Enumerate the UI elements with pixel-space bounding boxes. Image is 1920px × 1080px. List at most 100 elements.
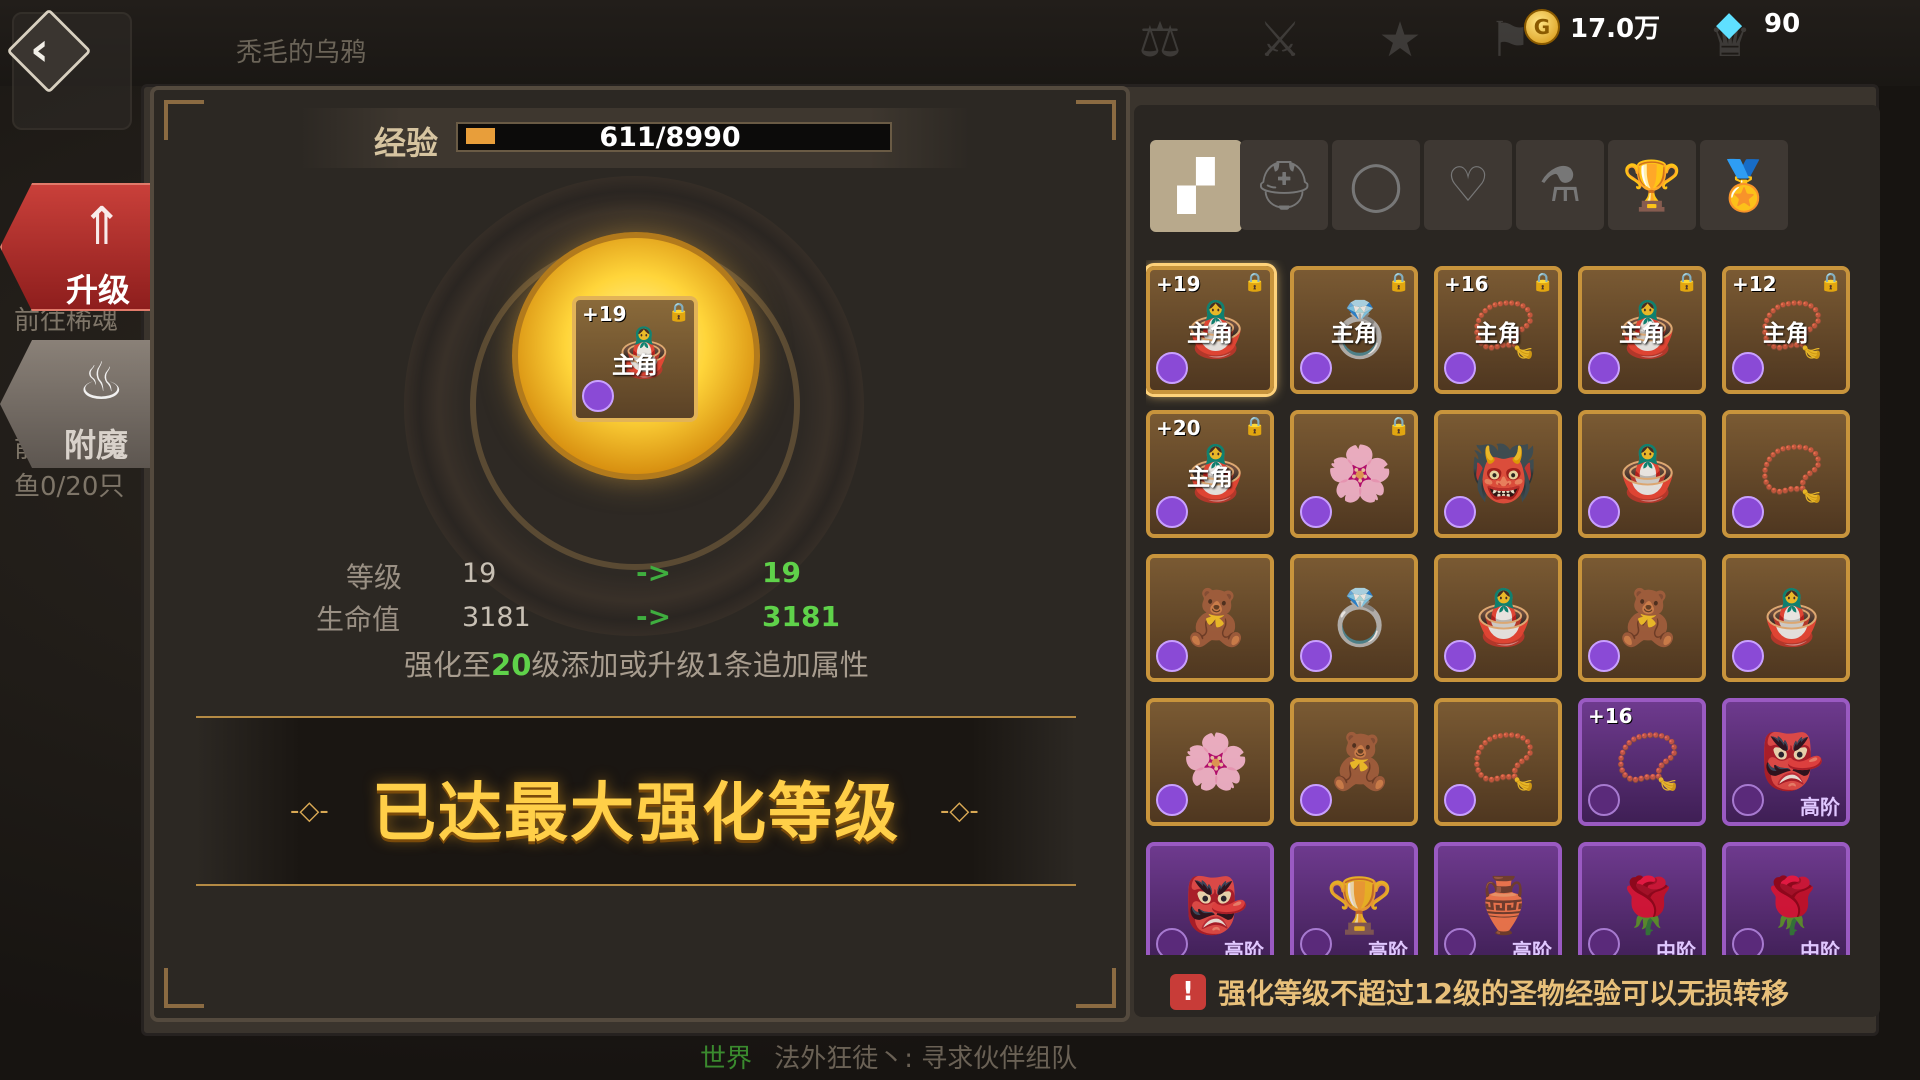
stat-hp-arrow: -> bbox=[636, 600, 672, 633]
artifact-item[interactable]: 💍 bbox=[1290, 554, 1418, 682]
lock-icon: 🔒 bbox=[1243, 416, 1266, 437]
artifact-item[interactable]: 🌸 🔒 bbox=[1290, 410, 1418, 538]
warning-icon: ! bbox=[1170, 974, 1206, 1010]
exp-progress-fill bbox=[466, 128, 495, 144]
artifact-owner: 主角 bbox=[1187, 465, 1233, 491]
purple-gem-icon bbox=[1732, 496, 1764, 528]
artifact-art-icon: 📿 bbox=[1470, 730, 1538, 793]
artifact-item[interactable]: 🧸 bbox=[1146, 554, 1274, 682]
feather-icon bbox=[1588, 928, 1620, 955]
purple-gem-icon bbox=[1732, 640, 1764, 672]
selected-artifact-card[interactable]: +19 🔒 🪆 主角 bbox=[572, 296, 698, 422]
crossed-swords-icon: ⚔ bbox=[1258, 12, 1302, 68]
feather-icon bbox=[1732, 784, 1764, 816]
artifact-item[interactable]: 🌸 bbox=[1146, 698, 1274, 826]
player-name: 秃毛的乌鸦 bbox=[236, 38, 367, 68]
stat-hp-next: 3181 bbox=[762, 600, 840, 633]
artifact-item[interactable]: 🌹 中阶 bbox=[1578, 842, 1706, 955]
artifact-art-icon: 🪆 bbox=[1470, 586, 1538, 649]
artifact-plus-level: +20 bbox=[1156, 416, 1201, 440]
purple-gem-icon bbox=[582, 380, 614, 412]
artifact-art-icon: 🧸 bbox=[1182, 586, 1250, 649]
top-bar: ‹ 秃毛的乌鸦 ⚖ ⚔ ★ ⚑ ♛ G 17.0万 ◆ 90 bbox=[0, 0, 1920, 130]
artifact-art-icon: 🌸 bbox=[1182, 730, 1250, 793]
artifact-tier: 高阶 bbox=[1512, 939, 1552, 955]
artifact-item[interactable]: 🪆 bbox=[1722, 554, 1850, 682]
frame-corner bbox=[164, 968, 204, 1008]
hint-suffix: 级添加或升级1条追加属性 bbox=[531, 648, 869, 682]
purple-gem-icon bbox=[1588, 352, 1620, 384]
artifact-item[interactable]: 🏆 高阶 bbox=[1290, 842, 1418, 955]
tab-enchant-label: 附魔 bbox=[64, 426, 129, 464]
filter-necklace-icon[interactable]: ♡ bbox=[1424, 140, 1512, 230]
artifact-item[interactable]: 🪆 bbox=[1434, 554, 1562, 682]
artifact-item[interactable]: 📿 +16 🔒 主角 bbox=[1434, 266, 1562, 394]
artifact-art-icon: 👺 bbox=[1758, 730, 1826, 793]
artifact-item[interactable]: 🪆 bbox=[1578, 410, 1706, 538]
gem-display: ◆ 90 bbox=[1716, 4, 1800, 44]
purple-gem-icon bbox=[1732, 352, 1764, 384]
gold-display: G 17.0万 bbox=[1524, 8, 1660, 45]
artifact-item[interactable]: 🪆 +20 🔒 主角 bbox=[1146, 410, 1274, 538]
artifact-owner: 主角 bbox=[1475, 321, 1521, 347]
artifact-art-icon: 👹 bbox=[1470, 442, 1538, 505]
purple-gem-icon bbox=[1156, 784, 1188, 816]
artifact-item[interactable]: 🪆 +19 🔒 主角 bbox=[1146, 266, 1274, 394]
max-level-text: 已达最大强化等级 bbox=[372, 777, 900, 851]
filter-trophy-icon[interactable]: 🏆 bbox=[1608, 140, 1696, 230]
gold-coin-icon: G bbox=[1524, 8, 1560, 45]
artifact-art-icon: 🌹 bbox=[1758, 874, 1826, 937]
artifact-item[interactable]: 🏺 高阶 bbox=[1434, 842, 1562, 955]
lock-icon: 🔒 bbox=[1387, 416, 1410, 437]
artifact-item[interactable]: 📿 +16 bbox=[1578, 698, 1706, 826]
artifact-plus-level: +16 bbox=[1588, 704, 1633, 728]
feather-icon bbox=[1588, 784, 1620, 816]
artifact-item[interactable]: 📿 bbox=[1434, 698, 1562, 826]
bg-text-fish: 鱼0/20只 bbox=[14, 472, 125, 502]
artifact-art-icon: 🌸 bbox=[1326, 442, 1394, 505]
artifact-item[interactable]: 🪆 🔒 主角 bbox=[1578, 266, 1706, 394]
star-icon: ★ bbox=[1378, 12, 1422, 68]
flame-icon: ♨ bbox=[78, 352, 125, 412]
transfer-warning: ! 强化等级不超过12级的圣物经验可以无损转移 bbox=[1170, 972, 1789, 1012]
scales-icon: ⚖ bbox=[1138, 12, 1182, 68]
artifact-item[interactable]: 🧸 bbox=[1290, 698, 1418, 826]
purple-gem-icon bbox=[1300, 352, 1332, 384]
purple-gem-icon bbox=[1444, 640, 1476, 672]
artifact-owner: 主角 bbox=[1331, 321, 1377, 347]
feather-icon bbox=[1300, 928, 1332, 955]
filter-potion-icon[interactable]: ⚗ bbox=[1516, 140, 1604, 230]
artifact-item[interactable]: 🌹 中阶 bbox=[1722, 842, 1850, 955]
filter-helmet-icon[interactable]: ⛑ bbox=[1240, 140, 1328, 230]
frame-corner bbox=[1076, 100, 1116, 140]
warning-text: 强化等级不超过12级的圣物经验可以无损转移 bbox=[1218, 977, 1789, 1010]
artifact-item[interactable]: 👺 高阶 bbox=[1722, 698, 1850, 826]
hint-prefix: 强化至 bbox=[404, 648, 492, 682]
feather-icon bbox=[1444, 928, 1476, 955]
artifact-art-icon: 💍 bbox=[1326, 586, 1394, 649]
artifact-item[interactable]: 👹 bbox=[1434, 410, 1562, 538]
artifact-tier: 高阶 bbox=[1368, 939, 1408, 955]
artifact-owner: 主角 bbox=[1619, 321, 1665, 347]
filter-medal-icon[interactable]: 🏅 bbox=[1700, 140, 1788, 230]
filter-ring-icon[interactable]: ◯ bbox=[1332, 140, 1420, 230]
chat-line[interactable]: 世界 法外狂徒丶: 寻求伙伴组队 bbox=[700, 1038, 1077, 1075]
artifact-owner: 主角 bbox=[1187, 321, 1233, 347]
filter-all-icon[interactable]: ▞ bbox=[1150, 140, 1242, 232]
hint-level: 20 bbox=[491, 648, 532, 682]
artifact-art-icon: 🪆 bbox=[1758, 586, 1826, 649]
lock-icon: 🔒 bbox=[1531, 272, 1554, 293]
exp-progress-text: 611/8990 bbox=[599, 122, 741, 153]
diamond-icon: ◆ bbox=[1716, 4, 1743, 44]
artifact-item[interactable]: 📿 +12 🔒 主角 bbox=[1722, 266, 1850, 394]
lock-icon: 🔒 bbox=[1819, 272, 1842, 293]
stage: { "header": { "player_name": "秃毛的乌鸦", "g… bbox=[0, 0, 1920, 1080]
back-arrow-icon[interactable]: ‹ bbox=[30, 22, 49, 76]
artifact-art-icon: 🏆 bbox=[1326, 874, 1394, 937]
artifact-item[interactable]: 🧸 bbox=[1578, 554, 1706, 682]
artifact-item[interactable]: 📿 bbox=[1722, 410, 1850, 538]
lock-icon: 🔒 bbox=[1387, 272, 1410, 293]
artifact-item[interactable]: 💍 🔒 主角 bbox=[1290, 266, 1418, 394]
artifact-item[interactable]: 👺 高阶 bbox=[1146, 842, 1274, 955]
artifact-plus-level: +19 bbox=[582, 302, 627, 326]
